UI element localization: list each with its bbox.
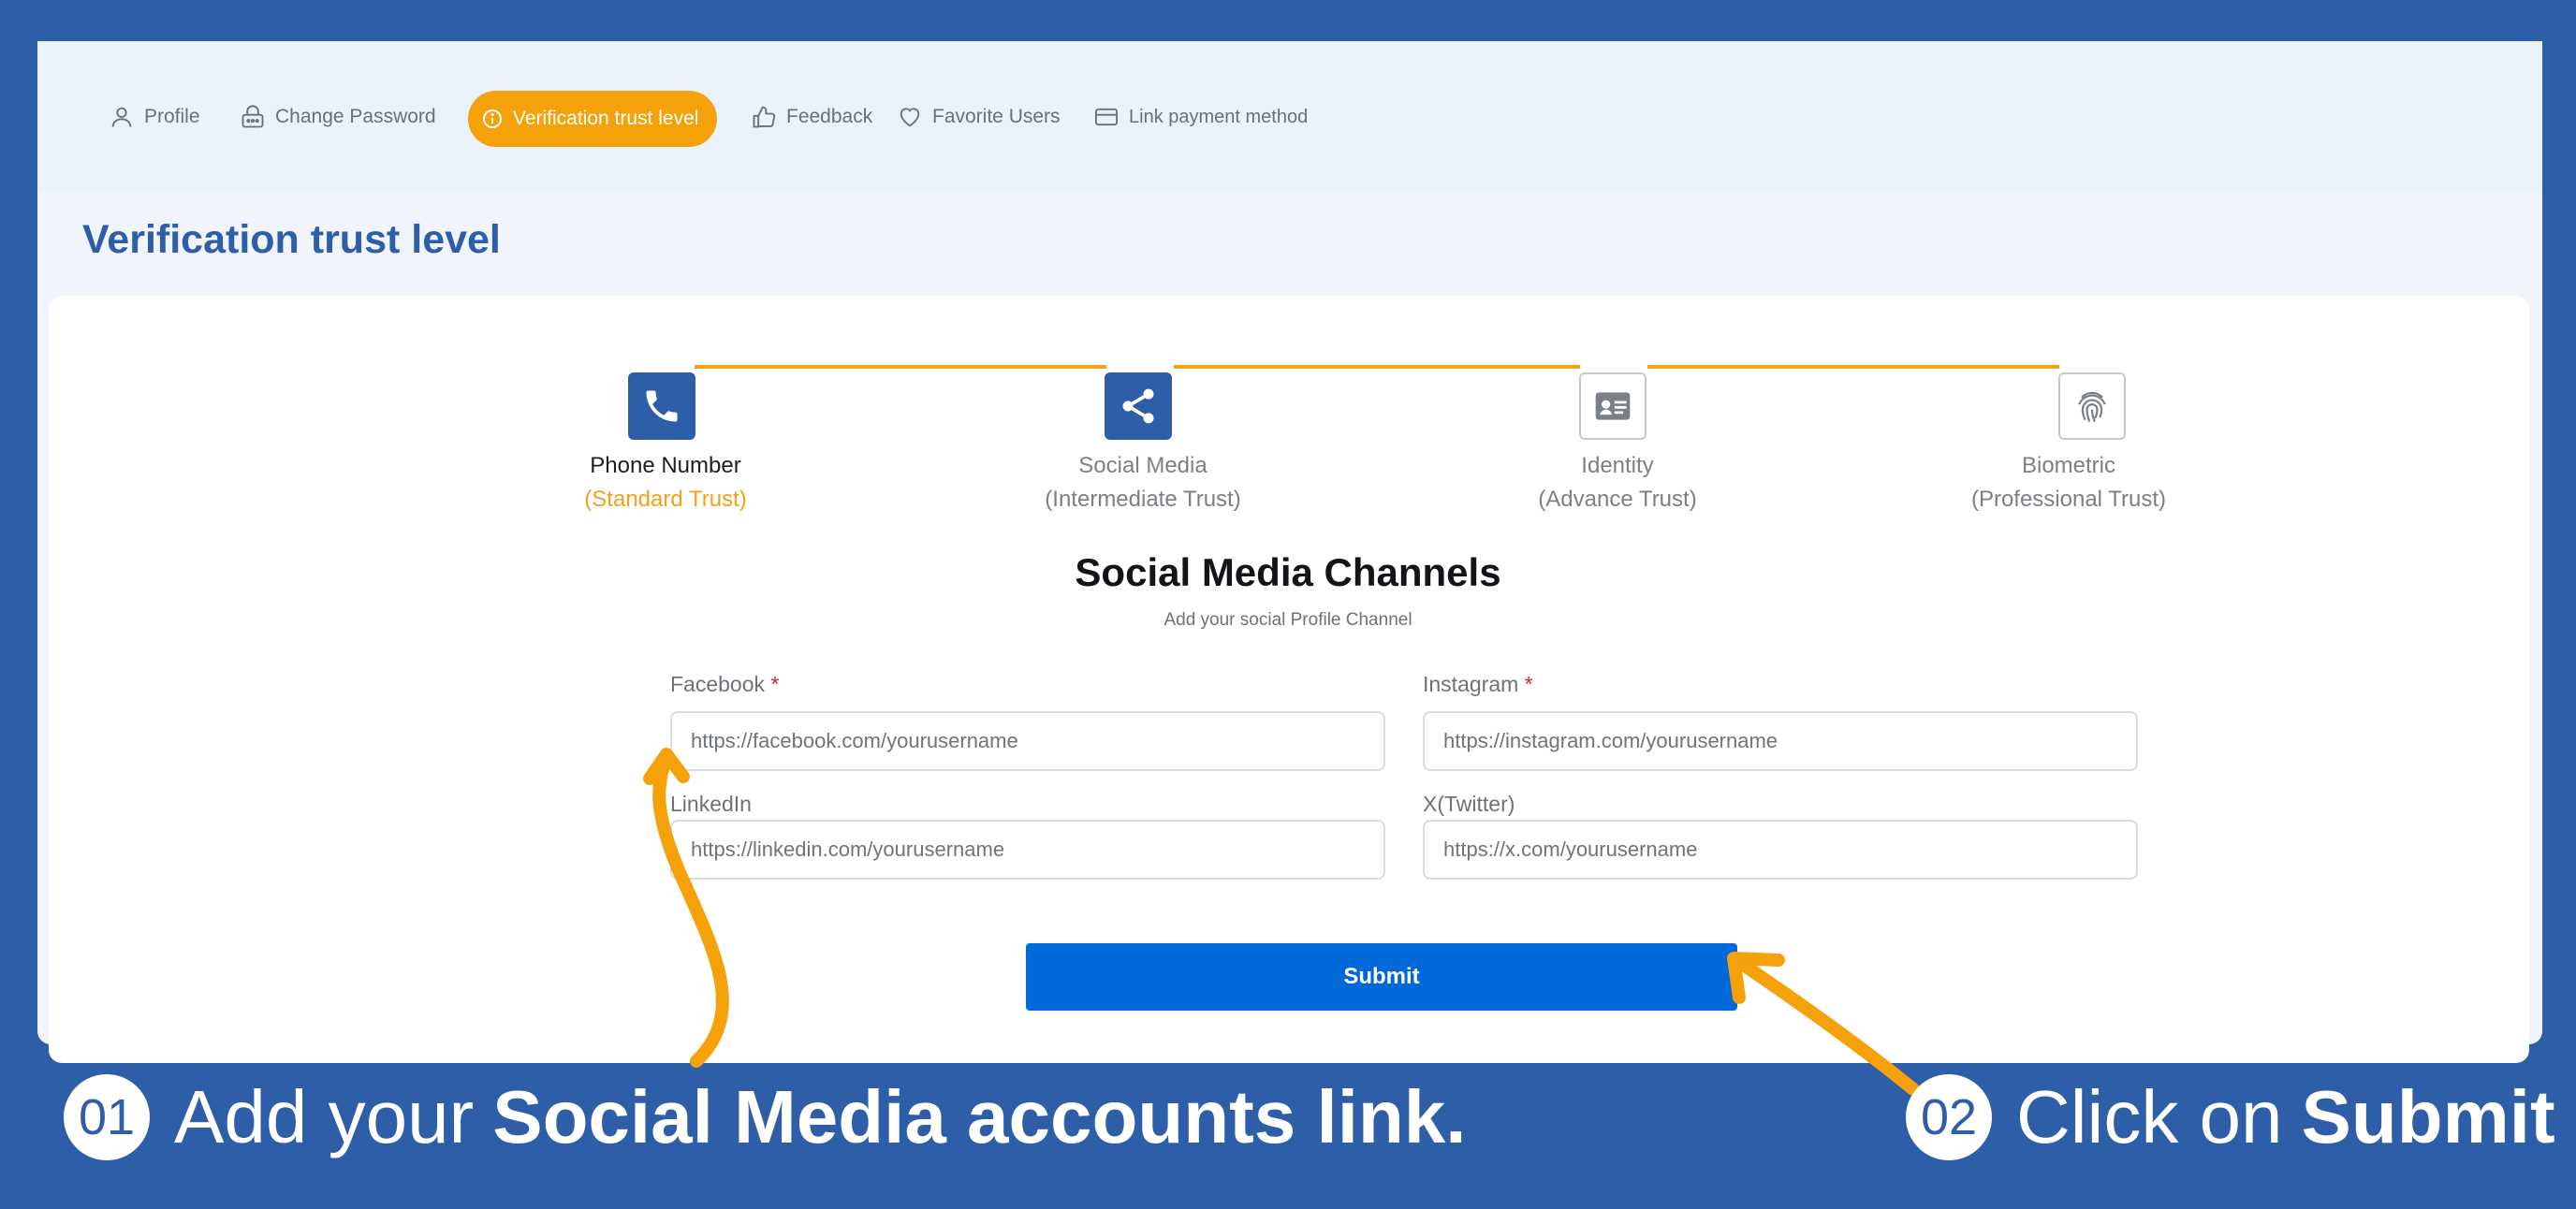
password-icon [242, 105, 264, 128]
nav-item-label: Feedback [786, 106, 873, 127]
step-label-phone: Phone Number (Standard Trust) [506, 449, 825, 517]
step-icon-social-media [1105, 372, 1172, 440]
facebook-label: Facebook * [670, 672, 779, 697]
nav-item-change-password[interactable]: Change Password [240, 41, 436, 193]
caption-step-1: 01 Add your Social Media accounts link. [64, 1074, 1467, 1160]
step-subtitle: (Advance Trust) [1538, 487, 1697, 512]
nav-item-link-payment-method[interactable]: Link payment method [1093, 41, 1308, 193]
step-title: Biometric [2021, 453, 2116, 478]
step-label-social-media: Social Media (Intermediate Trust) [984, 449, 1302, 517]
step-subtitle: (Standard Trust) [584, 487, 747, 512]
caption-step-2: 02 Click on Submit [1906, 1074, 2555, 1160]
nav-item-label: Verification trust level [513, 108, 699, 129]
step-connector [1647, 365, 2059, 369]
thumbs-up-icon [753, 106, 776, 128]
nav-item-profile[interactable]: Profile [109, 41, 200, 193]
step-label-biometric: Biometric (Professional Trust) [1910, 449, 2228, 517]
step-title: Identity [1581, 453, 1654, 478]
instagram-label-text: Instagram [1423, 672, 1519, 696]
twitter-label: X(Twitter) [1423, 792, 1515, 816]
step-title: Phone Number [590, 453, 741, 478]
instagram-label: Instagram * [1423, 672, 1533, 697]
user-icon [111, 107, 132, 127]
facebook-input[interactable] [670, 711, 1385, 771]
nav-item-feedback[interactable]: Feedback [751, 41, 872, 193]
share-icon [1122, 388, 1154, 424]
caption-bold-text: Social Media accounts link. [492, 1075, 1467, 1158]
phone-icon [646, 390, 678, 422]
form-subtitle: Add your social Profile Channel [1164, 610, 1412, 630]
caption-text: Add your [174, 1075, 475, 1158]
info-icon [483, 109, 502, 128]
caption-number: 02 [1906, 1074, 1992, 1160]
instagram-input[interactable] [1423, 711, 2138, 771]
heart-icon [900, 108, 920, 127]
step-icon-biometric [2058, 372, 2126, 440]
required-mark: * [770, 672, 780, 696]
caption-number: 01 [64, 1074, 150, 1160]
step-label-identity: Identity (Advance Trust) [1458, 449, 1777, 517]
step-icon-phone [628, 372, 695, 440]
step-connector [1174, 365, 1580, 369]
linkedin-label: LinkedIn [670, 792, 752, 816]
twitter-input[interactable] [1423, 820, 2138, 880]
nav-item-favorite-users[interactable]: Favorite Users [897, 41, 1061, 193]
caption-bold-text: Submit [2301, 1075, 2555, 1158]
top-navigation: Profile Change Password Verification tru… [37, 41, 2542, 193]
step-subtitle: (Intermediate Trust) [1045, 487, 1241, 512]
step-subtitle: (Professional Trust) [1970, 487, 2167, 512]
form-title: Social Media Channels [1075, 550, 1501, 594]
page-title: Verification trust level [82, 217, 501, 262]
nav-item-verification-trust-level[interactable]: Verification trust level [468, 91, 718, 147]
facebook-label-text: Facebook [670, 672, 766, 696]
step-icon-identity [1579, 372, 1647, 440]
step-title: Social Media [1078, 453, 1208, 478]
id-card-icon [1595, 392, 1631, 420]
nav-item-label: Profile [144, 106, 200, 127]
required-mark: * [1524, 672, 1533, 696]
submit-button[interactable]: Submit [1026, 943, 1737, 1011]
step-connector [695, 365, 1106, 369]
caption-text: Click on [2016, 1075, 2283, 1158]
nav-item-label: Change Password [275, 106, 436, 127]
credit-card-icon [1094, 108, 1119, 126]
linkedin-input[interactable] [670, 820, 1385, 880]
nav-item-label: Link payment method [1129, 106, 1309, 127]
fingerprint-icon [2078, 391, 2106, 422]
nav-item-label: Favorite Users [932, 106, 1061, 127]
